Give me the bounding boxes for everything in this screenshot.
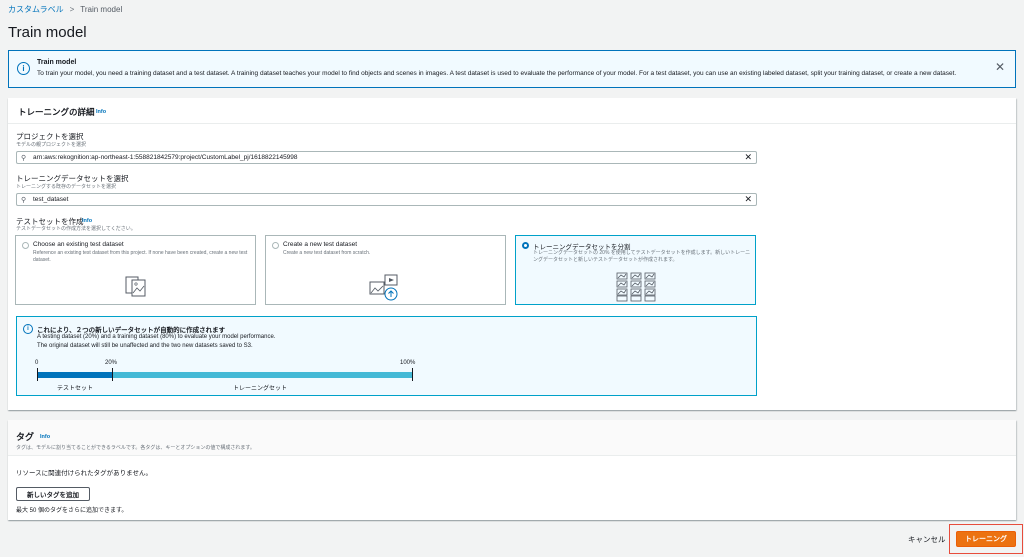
tick-mid: 20% bbox=[105, 360, 118, 366]
breadcrumb-link-custom-labels[interactable]: カスタムラベル bbox=[8, 4, 64, 15]
panel-header: トレーニングの詳細 Info bbox=[8, 98, 1016, 124]
radio-button[interactable] bbox=[22, 242, 29, 249]
add-tag-button[interactable]: 新しいタグを追加 bbox=[16, 487, 90, 501]
training-split-bar bbox=[112, 372, 412, 378]
page-title: Train model bbox=[8, 24, 87, 41]
panel-header: タグ Info タグは、モデルに割り当てることができるラベルです。各タグは、キー… bbox=[8, 420, 1016, 456]
clear-icon[interactable]: ✕ bbox=[744, 194, 752, 205]
search-icon: ⚲ bbox=[21, 155, 27, 162]
tags-limit-text: 最大 50 個のタグをさらに追加できます。 bbox=[16, 508, 128, 514]
project-value: arn:aws:rekognition:ap-northeast-1:55882… bbox=[33, 154, 298, 161]
flash-title: Train model bbox=[37, 59, 77, 66]
test-split-bar bbox=[37, 372, 112, 378]
radio-button-selected[interactable] bbox=[522, 242, 529, 249]
chevron-right-icon: > bbox=[69, 5, 75, 14]
tick-end: 100% bbox=[400, 360, 416, 366]
training-dataset-desc: トレーニングする既存のデータセットを選択 bbox=[16, 184, 117, 190]
cancel-button[interactable]: キャンセル bbox=[908, 534, 946, 545]
option-new-test-dataset[interactable]: Create a new test dataset Create a new t… bbox=[265, 235, 506, 305]
flash-message: To train your model, you need a training… bbox=[37, 70, 957, 77]
train-button[interactable]: トレーニング bbox=[956, 531, 1016, 547]
search-icon: ⚲ bbox=[21, 197, 27, 204]
option-desc: Create a new test dataset from scratch. bbox=[283, 250, 371, 256]
clear-icon[interactable]: ✕ bbox=[744, 152, 752, 163]
training-details-panel: トレーニングの詳細 Info プロジェクトを選択 モデルの親プロジェクトを選択 … bbox=[8, 98, 1016, 410]
panel-title: タグ bbox=[16, 432, 35, 442]
project-desc: モデルの親プロジェクトを選択 bbox=[16, 142, 87, 148]
breadcrumb: カスタムラベル > Train model bbox=[8, 4, 122, 15]
training-dataset-value: test_dataset bbox=[33, 196, 69, 203]
training-set-segment-label: トレーニングセット bbox=[233, 386, 288, 392]
radio-button[interactable] bbox=[272, 242, 279, 249]
alert-line-2: The original dataset will still be unaff… bbox=[37, 343, 253, 349]
tags-panel: タグ Info タグは、モデルに割り当てることができるラベルです。各タグは、キー… bbox=[8, 420, 1016, 520]
option-desc: トレーニングデータセットの 20% を使用してテストデータセットを作成します。新… bbox=[533, 250, 751, 263]
option-existing-test-dataset[interactable]: Choose an existing test dataset Referenc… bbox=[15, 235, 256, 305]
bar-end-marker bbox=[412, 368, 413, 381]
project-select[interactable]: ⚲ arn:aws:rekognition:ap-northeast-1:558… bbox=[16, 151, 757, 164]
images-stack-icon bbox=[125, 276, 145, 297]
panel-desc: タグは、モデルに割り当てることができるラベルです。各タグは、キーとオプションの値… bbox=[16, 445, 255, 451]
test-set-desc: テストデータセットの作成方法を選択してください。 bbox=[16, 226, 136, 232]
image-upload-icon bbox=[369, 274, 397, 301]
breadcrumb-current: Train model bbox=[80, 5, 123, 14]
test-set-info-link[interactable]: Info bbox=[82, 218, 92, 224]
info-link[interactable]: Info bbox=[96, 109, 106, 115]
tick-start: 0 bbox=[35, 360, 39, 366]
split-images-icon bbox=[616, 272, 655, 302]
info-icon: i bbox=[23, 324, 33, 334]
split-info-alert: i これにより、２つの新しいデータセットが自動的に作成されます A testin… bbox=[16, 316, 757, 396]
panel-title: トレーニングの詳細 bbox=[18, 107, 95, 117]
option-split-training-dataset[interactable]: トレーニングデータセットを分割 トレーニングデータセットの 20% を使用してテ… bbox=[515, 235, 756, 305]
bar-start-marker bbox=[37, 368, 38, 381]
bar-split-marker bbox=[112, 368, 113, 381]
info-icon: i bbox=[17, 62, 30, 75]
tags-empty-text: リソースに関連付けられたタグがありません。 bbox=[16, 470, 152, 477]
info-link[interactable]: Info bbox=[40, 434, 50, 440]
alert-title: これにより、２つの新しいデータセットが自動的に作成されます bbox=[37, 327, 226, 334]
info-flashbar: i Train model To train your model, you n… bbox=[8, 50, 1016, 88]
alert-line-1: A testing dataset (20%) and a training d… bbox=[37, 334, 276, 340]
option-title: Choose an existing test dataset bbox=[33, 241, 124, 248]
close-icon[interactable]: ✕ bbox=[995, 60, 1005, 74]
option-title: Create a new test dataset bbox=[283, 241, 358, 248]
option-desc: Reference an existing test dataset from … bbox=[33, 250, 248, 263]
training-dataset-select[interactable]: ⚲ test_dataset ✕ bbox=[16, 193, 757, 206]
test-set-segment-label: テストセット bbox=[57, 386, 94, 392]
